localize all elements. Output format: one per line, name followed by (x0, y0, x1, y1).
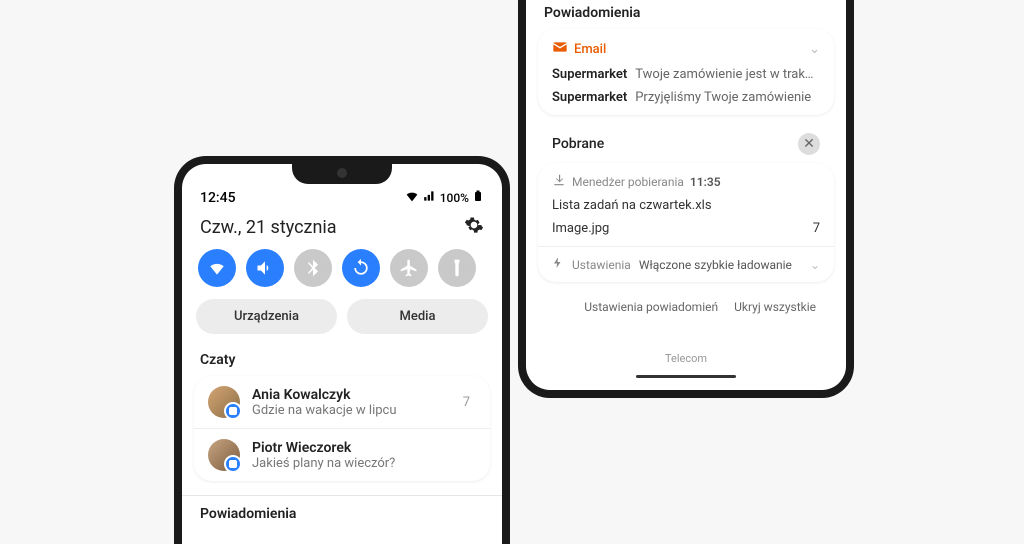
chevron-down-icon[interactable]: ⌄ (810, 258, 820, 272)
email-card[interactable]: Email ⌄ Supermarket Twoje zamówienie jest… (538, 29, 834, 115)
downloads-card[interactable]: Menedżer pobierania 11:35 Lista zadań na… (538, 163, 834, 282)
close-icon[interactable]: ✕ (798, 133, 820, 155)
bolt-icon (552, 257, 564, 272)
avatar (208, 386, 240, 418)
download-filename: Lista zadań na czwartek.xls (552, 198, 712, 213)
devices-button[interactable]: Urządzenia (196, 299, 337, 334)
messages-app-icon (224, 402, 242, 420)
media-button[interactable]: Media (347, 299, 488, 334)
chat-name: Piotr Wieczorek (252, 440, 458, 456)
downloads-title: Pobrane (552, 136, 604, 152)
battery-text: 100% (440, 191, 469, 205)
download-icon (552, 173, 566, 190)
chat-count: 7 (463, 395, 476, 410)
chat-preview: Gdzie na wakacje w lipcu (252, 403, 451, 418)
chats-card: Ania Kowalczyk Gdzie na wakacje w lipcu … (194, 376, 490, 481)
chat-name: Ania Kowalczyk (252, 387, 451, 403)
email-app-label: Email (574, 42, 606, 57)
email-subject: Twoje zamówienie jest w trakcie … (635, 67, 820, 82)
chats-header: Czaty (182, 348, 502, 376)
charging-notification[interactable]: Ustawienia Włączone szybkie ładowanie ⌄ (538, 246, 834, 282)
chevron-down-icon[interactable]: ⌄ (809, 42, 820, 57)
mail-icon (552, 39, 568, 59)
quick-settings (182, 249, 502, 299)
flashlight-toggle[interactable] (438, 249, 476, 287)
email-sender: Supermarket (552, 90, 627, 105)
signal-icon (423, 189, 437, 206)
email-sender: Supermarket (552, 67, 627, 82)
notification-settings-link[interactable]: Ustawienia powiadomień (584, 300, 718, 314)
email-subject: Przyjęliśmy Twoje zamówienie (635, 90, 811, 105)
battery-icon (472, 188, 484, 207)
wifi-status-icon (404, 188, 420, 207)
download-time: 11:35 (690, 175, 721, 189)
notifications-header: Powiadomienia (182, 495, 502, 522)
messages-app-icon (224, 455, 242, 473)
sound-toggle[interactable] (246, 249, 284, 287)
download-manager-label: Menedżer pobierania (572, 175, 684, 189)
avatar (208, 439, 240, 471)
bluetooth-toggle[interactable] (294, 249, 332, 287)
rotation-toggle[interactable] (342, 249, 380, 287)
home-indicator[interactable] (636, 375, 736, 378)
chat-preview: Jakieś plany na wieczór? (252, 456, 458, 471)
downloads-group-header: Pobrane ✕ (538, 125, 834, 163)
download-count: 7 (813, 221, 820, 236)
date-label: Czw., 21 stycznia (200, 217, 337, 238)
settings-app-label: Ustawienia (572, 258, 631, 272)
airplane-toggle[interactable] (390, 249, 428, 287)
clock: 12:45 (200, 190, 236, 206)
notch (292, 164, 392, 184)
phone-right: Powiadomienia Email ⌄ Supermarket Twoje z… (518, 0, 854, 398)
download-filename: Image.jpg (552, 221, 609, 236)
carrier-label: Telecom (538, 352, 834, 365)
chat-item[interactable]: Piotr Wieczorek Jakieś plany na wieczór? (194, 428, 490, 481)
wifi-toggle[interactable] (198, 249, 236, 287)
gear-icon[interactable] (464, 215, 484, 239)
hide-all-link[interactable]: Ukryj wszystkie (734, 300, 816, 314)
charging-text: Włączone szybkie ładowanie (639, 258, 792, 272)
chat-item[interactable]: Ania Kowalczyk Gdzie na wakacje w lipcu … (194, 376, 490, 428)
notifications-header: Powiadomienia (538, 0, 834, 29)
phone-left: 12:45 100% Czw., 21 stycznia Urządzenia … (174, 156, 510, 544)
